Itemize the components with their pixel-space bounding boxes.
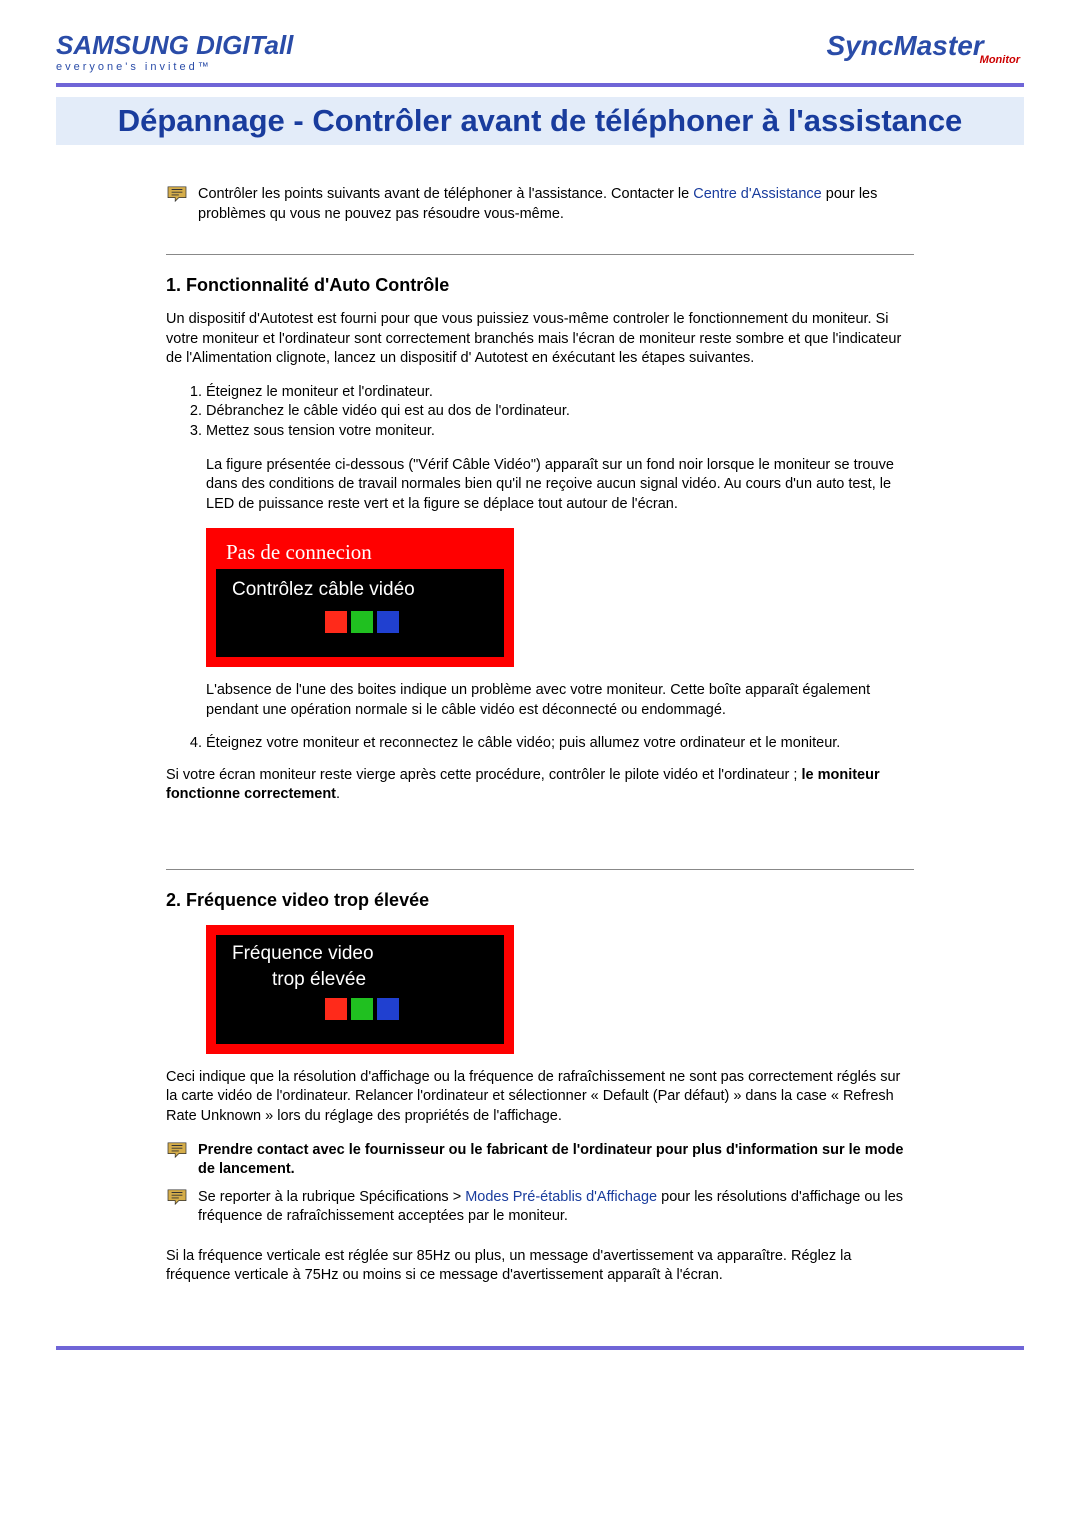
section-divider: [166, 254, 914, 255]
section1-step3: Mettez sous tension votre moniteur.: [206, 422, 914, 442]
section2-tip2-text: Se reporter à la rubrique Spécifications…: [198, 1188, 914, 1227]
intro-text: Contrôler les points suivants avant de t…: [198, 185, 914, 224]
section1-closing: Si votre écran moniteur reste vierge apr…: [166, 766, 914, 805]
rgb-indicator: [232, 611, 492, 639]
footer-divider: [56, 1346, 1024, 1350]
section2-tip1: Prendre contact avec le fournisseur ou l…: [166, 1141, 914, 1180]
section2-tip2: Se reporter à la rubrique Spécifications…: [166, 1188, 914, 1227]
section1-closing-after: .: [336, 786, 340, 802]
logo-syncmaster-sub: Monitor: [980, 54, 1020, 66]
section1-step4-list: Éteignez votre moniteur et reconnectez l…: [166, 734, 914, 754]
warning2-line2: trop élevée: [232, 967, 492, 993]
section1-heading: 1. Fonctionnalité d'Auto Contrôle: [166, 275, 914, 296]
logo-syncmaster-main: SyncMaster: [826, 30, 983, 61]
section2-tip1-text: Prendre contact avec le fournisseur ou l…: [198, 1141, 914, 1180]
section1-step2: Débranchez le câble vidéo qui est au dos…: [206, 402, 914, 422]
warning-strip-text: Pas de connecion: [216, 538, 504, 569]
header-divider: [56, 83, 1024, 87]
header: SAMSUNG DIGITall everyone's invited™ Syn…: [56, 30, 1024, 73]
section1-step1: Éteignez le moniteur et l'ordinateur.: [206, 383, 914, 403]
section1-closing-before: Si votre écran moniteur reste vierge apr…: [166, 767, 801, 783]
warning2-line1: Fréquence video: [232, 941, 492, 967]
section1-indent-para2: L'absence de l'une des boites indique un…: [206, 681, 914, 720]
green-square-icon: [351, 611, 373, 633]
section1-warning-figure: Pas de connecion Contrôlez câble vidéo: [206, 528, 514, 667]
page-title: Dépannage - Contrôler avant de téléphone…: [56, 97, 1024, 145]
warning2-inner: Fréquence video trop élevée: [216, 935, 504, 1044]
intro-tip: Contrôler les points suivants avant de t…: [166, 185, 914, 224]
red-square-icon: [325, 611, 347, 633]
section2-warning-figure: Fréquence video trop élevée: [206, 925, 514, 1054]
info-icon: [166, 1141, 188, 1159]
info-icon: [166, 1188, 188, 1206]
red-square-icon: [325, 998, 347, 1020]
section2-heading: 2. Fréquence video trop élevée: [166, 890, 914, 911]
section2-tip2-before: Se reporter à la rubrique Spécifications…: [198, 1189, 465, 1205]
logo-samsung-main: SAMSUNG DIGITall: [56, 30, 293, 61]
section1-indent-para: La figure présentée ci-dessous ("Vérif C…: [206, 456, 914, 515]
section-divider: [166, 869, 914, 870]
section1-steps: Éteignez le moniteur et l'ordinateur. Dé…: [166, 383, 914, 442]
page: SAMSUNG DIGITall everyone's invited™ Syn…: [0, 0, 1080, 1420]
blue-square-icon: [377, 611, 399, 633]
section1-para1: Un dispositif d'Autotest est fourni pour…: [166, 310, 914, 369]
info-icon: [166, 185, 188, 203]
section1-step4: Éteignez votre moniteur et reconnectez l…: [206, 734, 914, 754]
intro-before: Contrôler les points suivants avant de t…: [198, 186, 693, 202]
spacer: [166, 819, 914, 869]
logo-syncmaster: SyncMasterMonitor: [826, 30, 1024, 62]
warning-line: Contrôlez câble vidéo: [232, 579, 492, 601]
section2-para2: Si la fréquence verticale est réglée sur…: [166, 1247, 914, 1286]
green-square-icon: [351, 998, 373, 1020]
logo-samsung: SAMSUNG DIGITall everyone's invited™: [56, 30, 293, 73]
blue-square-icon: [377, 998, 399, 1020]
assistance-center-link[interactable]: Centre d'Assistance: [693, 186, 822, 202]
logo-samsung-tagline: everyone's invited™: [56, 61, 293, 73]
rgb-indicator: [232, 998, 492, 1028]
preset-modes-link[interactable]: Modes Pré-établis d'Affichage: [465, 1189, 657, 1205]
section2-para1: Ceci indique que la résolution d'afficha…: [166, 1068, 914, 1127]
content: Contrôler les points suivants avant de t…: [166, 185, 914, 1286]
warning-inner: Contrôlez câble vidéo: [216, 569, 504, 657]
